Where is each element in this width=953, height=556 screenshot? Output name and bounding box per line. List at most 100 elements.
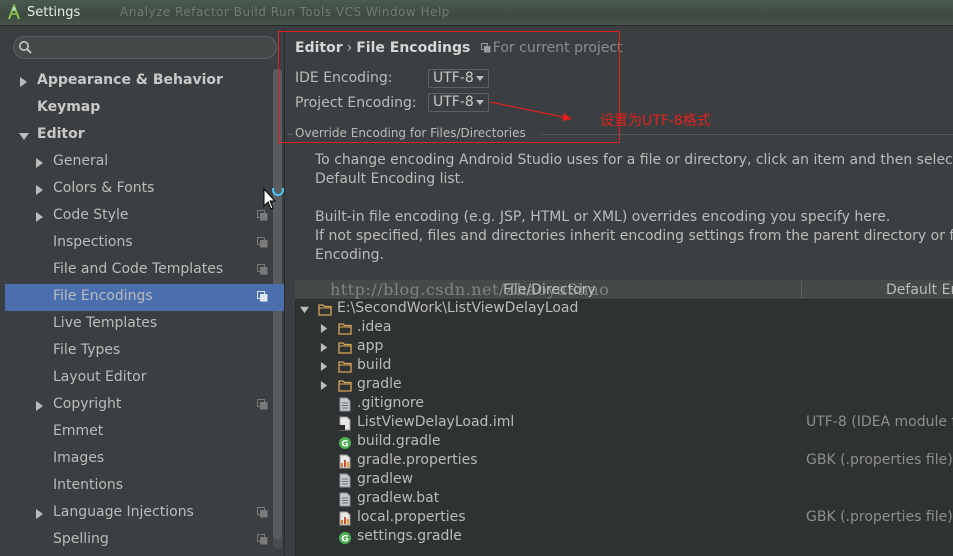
sidebar-item-label: Inspections	[53, 234, 133, 250]
svg-text:G: G	[341, 440, 348, 450]
sidebar-item-label: General	[53, 153, 109, 169]
table-row[interactable]: Gsettings.gradle	[296, 528, 953, 547]
description-line: To change encoding Android Studio uses f…	[315, 152, 953, 168]
sidebar-item-label: Images	[53, 450, 105, 466]
project-scope-icon	[257, 534, 268, 545]
description-line: If not specified, files and directories …	[315, 228, 953, 244]
table-row[interactable]: gradle	[296, 376, 953, 395]
project-scope-icon	[257, 237, 268, 248]
sidebar-item[interactable]: Colors & Fonts	[0, 176, 284, 203]
annotation-text: 设置为UTF-8格式	[600, 113, 711, 129]
sidebar-item[interactable]: Live Templates	[0, 311, 284, 338]
file-name: ListViewDelayLoad.iml	[357, 414, 515, 430]
folder-icon	[338, 380, 352, 392]
sidebar-item-label: File and Code Templates	[53, 261, 224, 277]
file-name: .idea	[357, 319, 392, 335]
search-input[interactable]	[13, 36, 277, 59]
background-menu-ghost: Analyze Refactor Build Run Tools VCS Win…	[120, 5, 450, 19]
sidebar-item[interactable]: Images	[0, 446, 284, 473]
sidebar-item[interactable]: Emmet	[0, 419, 284, 446]
sidebar-item-label: Code Style	[53, 207, 129, 223]
sidebar-item[interactable]: General	[0, 149, 284, 176]
sidebar-item-label: Layout Editor	[53, 369, 147, 385]
sidebar-item[interactable]: Editor	[0, 122, 284, 149]
file-name: settings.gradle	[357, 528, 462, 544]
file-name: local.properties	[357, 509, 466, 525]
sidebar-item[interactable]: Copyright	[0, 392, 284, 419]
column-divider[interactable]	[801, 281, 802, 299]
section-divider	[541, 134, 953, 135]
svg-text:G: G	[341, 535, 348, 545]
file-name: build	[357, 357, 392, 373]
table-row[interactable]: app	[296, 338, 953, 357]
chevron-right-icon[interactable]	[35, 509, 45, 519]
sidebar-item[interactable]: Language Injections	[0, 500, 284, 527]
chevron-right-icon[interactable]	[35, 212, 45, 222]
text-file-icon	[339, 492, 351, 507]
file-encoding[interactable]: GBK (.properties file)	[806, 509, 953, 525]
sidebar-item[interactable]: Keymap	[0, 95, 284, 122]
table-row[interactable]: ListViewDelayLoad.iml UTF-8 (IDEA module …	[296, 414, 953, 433]
chevron-right-icon[interactable]	[320, 362, 329, 371]
table-row[interactable]: Gbuild.gradle	[296, 433, 953, 452]
annotation-arrow	[489, 101, 572, 121]
sidebar-item[interactable]: File and Code Templates	[0, 257, 284, 284]
chevron-right-icon[interactable]	[19, 77, 29, 87]
chevron-down-icon[interactable]	[300, 305, 309, 314]
sidebar-item[interactable]: Layout Editor	[0, 365, 284, 392]
sidebar-item-label: Editor	[37, 126, 85, 142]
file-name: gradle	[357, 376, 402, 392]
file-encoding[interactable]: GBK (.properties file)	[806, 452, 953, 468]
folder-icon	[338, 323, 352, 335]
file-name: .gitignore	[357, 395, 424, 411]
chevron-right-icon[interactable]	[320, 381, 329, 390]
project-scope-icon	[257, 291, 268, 302]
text-file-icon	[339, 397, 351, 412]
file-name: gradle.properties	[357, 452, 478, 468]
sidebar-item[interactable]: File Encodings	[5, 284, 284, 311]
sidebar-item-label: Colors & Fonts	[53, 180, 155, 196]
sidebar-item[interactable]: File Types	[0, 338, 284, 365]
sidebar-item-label: Language Injections	[53, 504, 194, 520]
sidebar-item-label: Keymap	[37, 99, 101, 115]
text-file-icon	[339, 473, 351, 488]
table-row[interactable]: .idea	[296, 319, 953, 338]
chevron-right-icon[interactable]	[35, 401, 45, 411]
sidebar-item-label: Emmet	[53, 423, 104, 439]
sidebar-item[interactable]: Spelling	[0, 527, 284, 554]
window-title: Settings	[27, 5, 81, 20]
chevron-right-icon[interactable]	[320, 343, 329, 352]
sidebar-item-label: File Types	[53, 342, 121, 358]
file-name: gradlew	[357, 471, 414, 487]
sidebar-item[interactable]: Code Style	[0, 203, 284, 230]
table-row[interactable]: build	[296, 357, 953, 376]
description-line: Default Encoding list.	[315, 171, 465, 187]
sidebar-item[interactable]: Intentions	[0, 473, 284, 500]
gradle-icon: G	[339, 437, 351, 450]
chevron-down-icon[interactable]	[19, 131, 29, 141]
sidebar-item-label: Copyright	[53, 396, 122, 412]
mouse-cursor-icon	[263, 188, 284, 210]
properties-file-icon	[339, 454, 351, 469]
gradle-icon: G	[339, 532, 351, 545]
file-encoding[interactable]: UTF-8 (IDEA module f	[806, 414, 953, 430]
search-icon	[19, 41, 32, 54]
table-row[interactable]: gradlew.bat	[296, 490, 953, 509]
table-row[interactable]: gradle.properties GBK (.properties file)	[296, 452, 953, 471]
sidebar-item-label: File Encodings	[53, 288, 153, 304]
description-line: Built-in file encoding (e.g. JSP, HTML o…	[315, 209, 891, 225]
table-row[interactable]: E:\SecondWork\ListViewDelayLoad	[296, 300, 953, 319]
sidebar-item-label: Appearance & Behavior	[37, 72, 223, 88]
table-row[interactable]: local.properties GBK (.properties file)	[296, 509, 953, 528]
properties-file-icon	[339, 511, 351, 526]
column-header-encoding[interactable]: Default En	[886, 282, 953, 298]
chevron-right-icon[interactable]	[35, 185, 45, 195]
table-row[interactable]: .gitignore	[296, 395, 953, 414]
table-row[interactable]: gradlew	[296, 471, 953, 490]
folder-icon	[338, 342, 352, 354]
sidebar-item-label: Live Templates	[53, 315, 158, 331]
chevron-right-icon[interactable]	[320, 324, 329, 333]
sidebar-item[interactable]: Appearance & Behavior	[0, 68, 284, 95]
chevron-right-icon[interactable]	[35, 158, 45, 168]
sidebar-item[interactable]: Inspections	[0, 230, 284, 257]
